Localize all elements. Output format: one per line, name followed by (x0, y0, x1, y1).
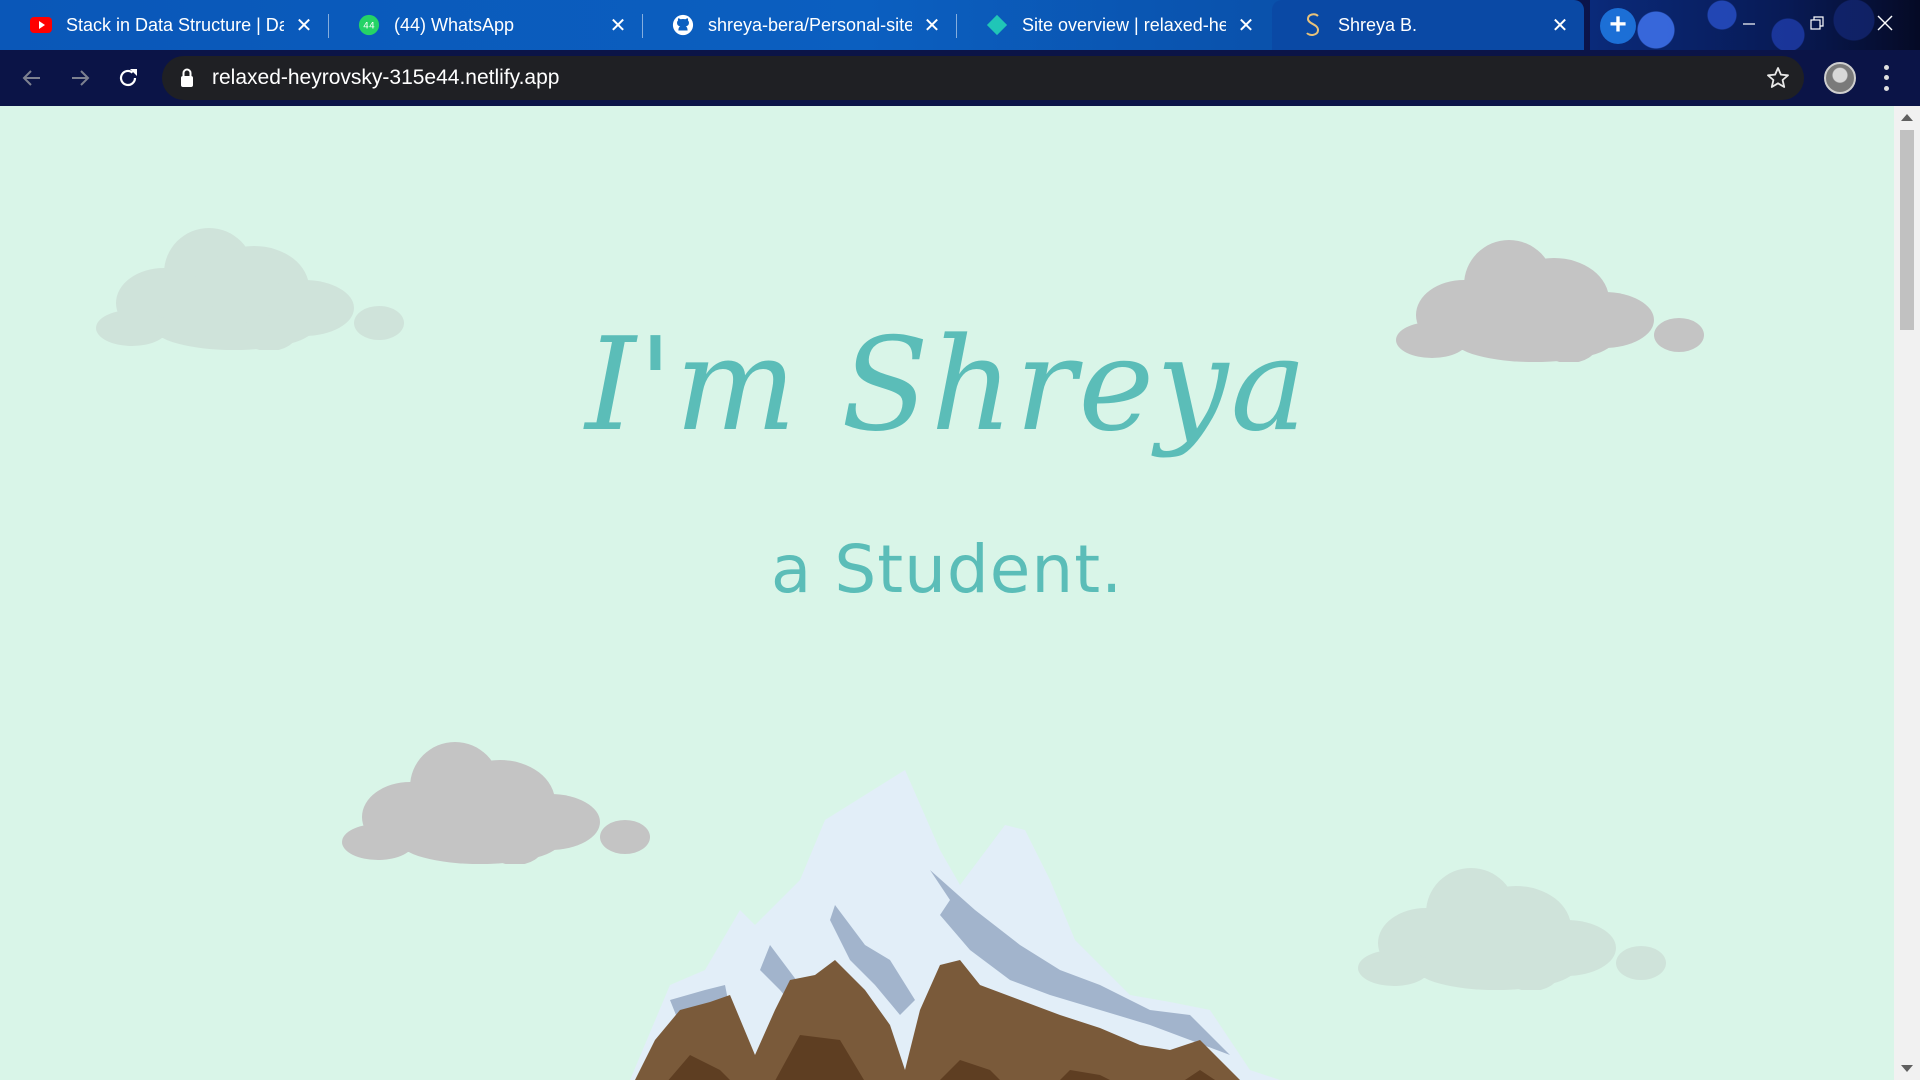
menu-dot (1883, 86, 1889, 92)
close-window-button[interactable] (1850, 0, 1920, 46)
tab-strip: Stack in Data Structure | Data ✕ 44 (44)… (0, 0, 1920, 50)
tab-whatsapp[interactable]: 44 (44) WhatsApp ✕ (328, 0, 642, 50)
restore-icon (1810, 16, 1824, 30)
minimize-icon (1743, 23, 1755, 25)
netlify-icon (986, 14, 1008, 36)
back-button[interactable] (14, 60, 50, 96)
new-tab-button[interactable]: + (1600, 8, 1636, 44)
scroll-down-arrow-icon[interactable] (1901, 1065, 1913, 1072)
page-subtitle: a Student. (770, 531, 1124, 608)
tab-title: (44) WhatsApp (394, 14, 515, 35)
page-title: I'm Shreya (585, 311, 1309, 460)
menu-dot (1883, 64, 1889, 70)
reload-button[interactable] (110, 60, 146, 96)
browser-toolbar: relaxed-heyrovsky-315e44.netlify.app (0, 50, 1920, 106)
close-icon[interactable]: ✕ (922, 15, 942, 37)
profile-avatar[interactable] (1824, 62, 1856, 94)
browser-menu-button[interactable] (1874, 62, 1898, 94)
close-icon[interactable]: ✕ (608, 15, 628, 37)
cloud (342, 742, 650, 864)
tab-title: Site overview | relaxed-heyrovsky (1022, 14, 1226, 35)
url-text: relaxed-heyrovsky-315e44.netlify.app (212, 66, 560, 89)
forward-arrow-icon (72, 70, 90, 86)
page-scrollbar[interactable] (1894, 106, 1920, 1080)
tab-netlify[interactable]: Site overview | relaxed-heyrovsky ✕ (956, 0, 1270, 50)
whatsapp-icon: 44 (358, 14, 380, 36)
close-icon (1877, 15, 1893, 31)
address-bar[interactable]: relaxed-heyrovsky-315e44.netlify.app (162, 56, 1804, 100)
tab-youtube[interactable]: Stack in Data Structure | Data ✕ (0, 0, 328, 50)
scroll-up-arrow-icon[interactable] (1901, 114, 1913, 121)
whatsapp-badge: 44 (363, 21, 375, 32)
restore-button[interactable] (1782, 0, 1852, 46)
page-viewport: I'm Shreya a Student. (0, 106, 1894, 1080)
tab-shreya-active[interactable]: Shreya B. ✕ (1272, 0, 1584, 50)
tab-github[interactable]: shreya-bera/Personal-site ✕ (642, 0, 956, 50)
close-icon[interactable]: ✕ (1550, 15, 1570, 37)
cloud (1358, 868, 1666, 990)
back-arrow-icon (22, 70, 40, 86)
tab-title: Stack in Data Structure | Data (66, 14, 284, 35)
youtube-icon (30, 14, 52, 36)
minimize-button[interactable] (1714, 0, 1784, 46)
tab-title: shreya-bera/Personal-site (708, 14, 912, 35)
close-icon[interactable]: ✕ (1236, 15, 1256, 37)
menu-dot (1883, 75, 1889, 81)
github-icon (672, 14, 694, 36)
reload-icon (119, 69, 137, 87)
tab-title: Shreya B. (1338, 14, 1418, 35)
forward-button[interactable] (62, 60, 98, 96)
site-s-icon (1302, 13, 1324, 36)
mountain-illustration (630, 770, 1280, 1080)
close-icon[interactable]: ✕ (294, 15, 314, 37)
lock-icon (180, 68, 194, 93)
scrollbar-thumb[interactable] (1900, 130, 1914, 330)
bookmark-star-icon[interactable] (1766, 66, 1790, 95)
